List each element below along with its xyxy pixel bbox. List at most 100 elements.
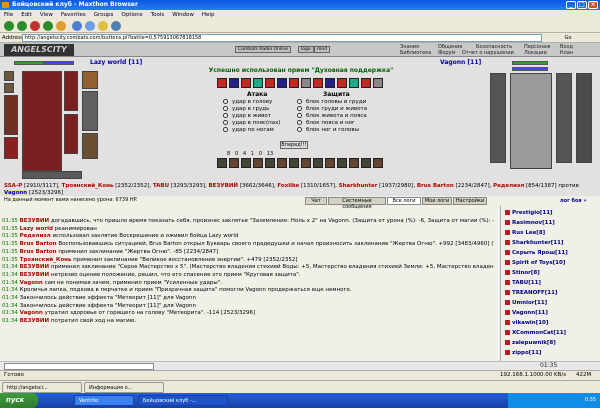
trick-icon[interactable] bbox=[301, 158, 311, 168]
chat-author[interactable]: ВЕЗУВИЙ bbox=[20, 318, 50, 324]
tab-all-logs[interactable]: Все логи bbox=[387, 197, 421, 205]
user-list-item[interactable]: Spirit of Toys[10] bbox=[505, 260, 565, 266]
chat-author[interactable]: ВЕЗУВИЙ bbox=[20, 218, 50, 224]
nav-forum[interactable]: Форум bbox=[438, 50, 455, 56]
mail-icon[interactable] bbox=[98, 21, 108, 31]
user-list-item[interactable]: Vagonn[11] bbox=[505, 310, 548, 316]
defense-belt-legs[interactable]: блок пояса и ног bbox=[297, 120, 355, 127]
skill-icon[interactable] bbox=[301, 78, 311, 88]
nav-library[interactable]: Библиотека bbox=[400, 50, 431, 56]
skill-icon[interactable] bbox=[277, 78, 287, 88]
user-name[interactable]: Sharkhunter[11] bbox=[512, 240, 563, 246]
chat-author[interactable]: Vagonn bbox=[20, 280, 43, 286]
skill-icon[interactable] bbox=[229, 78, 239, 88]
user-list-item[interactable]: Umnior[11] bbox=[505, 300, 547, 306]
skill-icon[interactable] bbox=[241, 78, 251, 88]
user-name[interactable]: XCommonCat[11] bbox=[512, 330, 566, 336]
user-name[interactable]: zalepuwnik[8] bbox=[512, 340, 556, 346]
user-name[interactable]: TABU[11] bbox=[512, 280, 541, 286]
user-list-item[interactable]: Prestigio[11] bbox=[505, 210, 553, 216]
left-fighter-avatar[interactable] bbox=[22, 71, 62, 171]
user-name[interactable]: Umnior[11] bbox=[512, 300, 547, 306]
site-logo[interactable]: ANGELSCITY bbox=[4, 44, 74, 56]
attack-stomach[interactable]: удар в живот bbox=[223, 113, 271, 120]
defense-chest-stomach[interactable]: блок груди и живота bbox=[297, 106, 367, 113]
trick-icon[interactable] bbox=[265, 158, 275, 168]
back-icon[interactable] bbox=[4, 21, 14, 31]
left-slot-necklace[interactable] bbox=[4, 83, 14, 93]
skill-icon[interactable] bbox=[313, 78, 323, 88]
left-slot-cloak[interactable] bbox=[64, 114, 78, 154]
team-member[interactable]: Foxlike bbox=[277, 183, 299, 189]
user-list-item[interactable]: Sharkhunter[11] bbox=[505, 240, 563, 246]
attack-legs[interactable]: удар по ногам bbox=[223, 127, 274, 134]
start-button[interactable]: пуск bbox=[0, 393, 38, 408]
chat-author[interactable]: ВЕЗУВИЙ bbox=[20, 272, 50, 278]
user-list-item[interactable]: TREANOFF[11] bbox=[505, 290, 557, 296]
team-member[interactable]: Sharkhunter bbox=[339, 183, 378, 189]
user-name[interactable]: vikawin[10] bbox=[512, 320, 548, 326]
history-icon[interactable] bbox=[85, 21, 95, 31]
user-name[interactable]: Rus Lee[8] bbox=[512, 230, 545, 236]
address-input[interactable]: http://angelscity.combats.com/buttons.pl… bbox=[22, 34, 542, 42]
team-member[interactable]: Ределиэл bbox=[493, 183, 524, 189]
right-slot-extra[interactable] bbox=[576, 73, 592, 163]
left-slot-belt[interactable] bbox=[82, 71, 98, 89]
attack-chest[interactable]: удар в грудь bbox=[223, 106, 269, 113]
user-list-item[interactable]: zalepuwnik[8] bbox=[505, 340, 556, 346]
trick-icon[interactable] bbox=[241, 158, 251, 168]
favorites-icon[interactable] bbox=[72, 21, 82, 31]
skill-icon[interactable] bbox=[217, 78, 227, 88]
team-member[interactable]: ВЕЗУВИЙ bbox=[208, 183, 238, 189]
skill-icon[interactable] bbox=[361, 78, 371, 88]
trick-icon[interactable] bbox=[277, 158, 287, 168]
print-icon[interactable] bbox=[111, 21, 121, 31]
attack-head[interactable]: удар в голову bbox=[223, 99, 272, 106]
user-list-item[interactable]: TABU[11] bbox=[505, 280, 541, 286]
browser-tab[interactable]: http://angelsci... bbox=[2, 382, 82, 393]
user-list-item[interactable]: XCommonCat[11] bbox=[505, 330, 566, 336]
chat-input[interactable] bbox=[4, 363, 154, 370]
left-slot-armor[interactable] bbox=[4, 137, 18, 159]
maximize-button[interactable]: □ bbox=[577, 1, 587, 9]
user-list-item[interactable]: Rasimnov[11] bbox=[505, 220, 555, 226]
nav-report[interactable]: Отчет о нарушении bbox=[462, 50, 514, 56]
trick-icon[interactable] bbox=[313, 158, 323, 168]
battle-log-link[interactable]: лог боя » bbox=[560, 198, 587, 204]
refresh-icon[interactable] bbox=[43, 21, 53, 31]
left-slot-helm[interactable] bbox=[4, 71, 14, 81]
left-slot-boots[interactable] bbox=[82, 133, 98, 159]
user-name[interactable]: TREANOFF[11] bbox=[512, 290, 557, 296]
user-name[interactable]: Stinor[8] bbox=[512, 270, 540, 276]
right-slot-right[interactable] bbox=[556, 73, 572, 163]
tab-my-logs[interactable]: Мои логи bbox=[422, 197, 452, 205]
close-button[interactable]: × bbox=[588, 1, 598, 9]
right-slot-left[interactable] bbox=[490, 73, 506, 163]
trick-icon[interactable] bbox=[373, 158, 383, 168]
browser-tab[interactable]: Информация о... bbox=[84, 382, 164, 393]
user-list-item[interactable]: Rus Lee[8] bbox=[505, 230, 545, 236]
user-name[interactable]: Rasimnov[11] bbox=[512, 220, 555, 226]
trick-icon[interactable] bbox=[289, 158, 299, 168]
attack-belt[interactable]: удар в пояс(пах) bbox=[223, 120, 280, 127]
logo-button[interactable]: logo bbox=[298, 46, 314, 53]
left-slot-weapon[interactable] bbox=[4, 95, 18, 135]
task-ventrilo[interactable]: Ventrilo bbox=[74, 395, 134, 406]
right-fighter-name[interactable]: Vagonn [11] bbox=[440, 59, 481, 66]
user-name[interactable]: Скрыть Ярош[11] bbox=[512, 250, 568, 256]
skill-icon[interactable] bbox=[253, 78, 263, 88]
team-member[interactable]: Троянский_Конь bbox=[62, 183, 114, 189]
user-list-item[interactable]: Скрыть Ярош[11] bbox=[505, 250, 568, 256]
left-slot-rings[interactable] bbox=[22, 171, 82, 179]
trick-icon[interactable] bbox=[361, 158, 371, 168]
go-button[interactable]: Go bbox=[548, 34, 588, 42]
skill-icon[interactable] bbox=[373, 78, 383, 88]
trick-icon[interactable] bbox=[349, 158, 359, 168]
minimize-button[interactable]: _ bbox=[566, 1, 576, 9]
forward-icon[interactable] bbox=[17, 21, 27, 31]
chat-author[interactable]: Vagonn bbox=[20, 310, 43, 316]
submit-button[interactable]: Вперед!!! bbox=[280, 141, 308, 149]
skill-icon[interactable] bbox=[325, 78, 335, 88]
defense-stomach-belt[interactable]: блок живота и пояса bbox=[297, 113, 367, 120]
user-list-item[interactable]: zippo[11] bbox=[505, 350, 541, 356]
